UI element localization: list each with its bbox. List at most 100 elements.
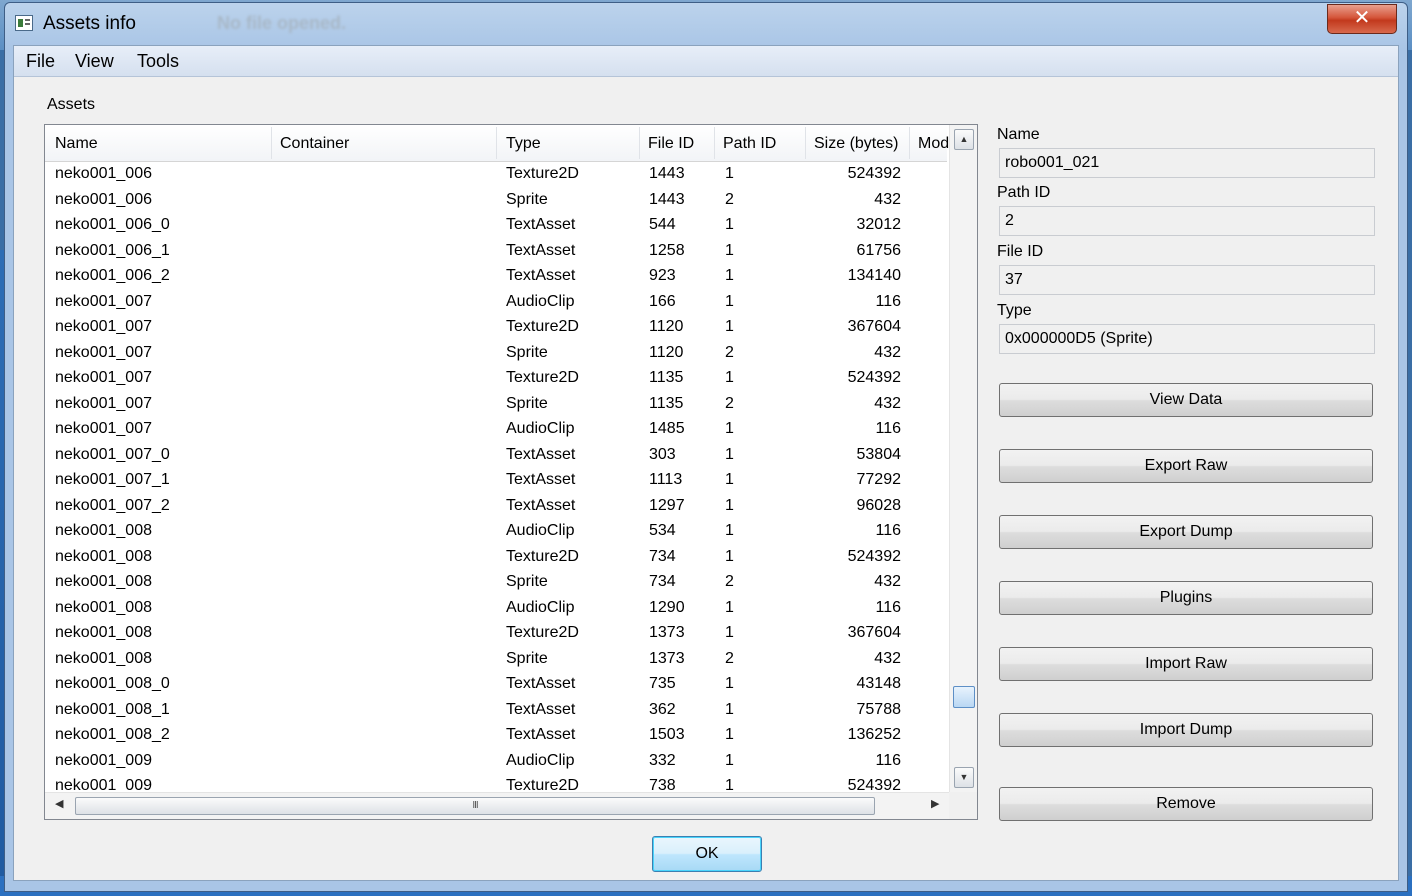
cell-file-id: 1120 xyxy=(649,318,684,335)
table-row[interactable]: neko001_008 Sprite 1373 2 432 xyxy=(45,647,947,673)
type-field[interactable]: 0x000000D5 (Sprite) xyxy=(999,324,1375,354)
table-row[interactable]: neko001_008_2 TextAsset 1503 1 136252 xyxy=(45,723,947,749)
cell-path-id: 1 xyxy=(725,726,734,743)
table-row[interactable]: neko001_006_1 TextAsset 1258 1 61756 xyxy=(45,239,947,265)
column-header-container[interactable]: Container xyxy=(280,135,349,153)
cell-file-id: 1373 xyxy=(649,624,685,641)
menu-tools[interactable]: Tools xyxy=(137,51,179,72)
column-divider[interactable] xyxy=(909,127,910,159)
cell-size: 75788 xyxy=(856,700,902,718)
cell-path-id: 1 xyxy=(725,216,734,233)
table-row[interactable]: neko001_006 Texture2D 1443 1 524392 xyxy=(45,162,947,188)
cell-size: 116 xyxy=(875,420,901,437)
horizontal-scrollbar[interactable]: ◀ III ▶ xyxy=(45,792,949,819)
cell-file-id: 1113 xyxy=(649,471,683,488)
table-row[interactable]: neko001_006_2 TextAsset 923 1 134140 xyxy=(45,264,947,290)
scroll-left-button[interactable]: ◀ xyxy=(55,797,63,810)
cell-type: Texture2D xyxy=(506,165,579,182)
cell-size: 96028 xyxy=(856,496,902,514)
cell-type: Sprite xyxy=(506,190,548,208)
assets-table: Name Container Type File ID Path ID Size… xyxy=(44,124,978,820)
table-row[interactable]: neko001_008 AudioClip 534 1 116 xyxy=(45,519,947,545)
close-button[interactable]: ✕ xyxy=(1327,4,1397,34)
cell-size: 77292 xyxy=(856,471,902,488)
cell-file-id: 923 xyxy=(649,267,676,284)
column-divider[interactable] xyxy=(496,127,497,159)
table-row[interactable]: neko001_007_0 TextAsset 303 1 53804 xyxy=(45,443,947,469)
table-row[interactable]: neko001_007 Sprite 1120 2 432 xyxy=(45,341,947,367)
export-dump-button[interactable]: Export Dump xyxy=(999,515,1373,549)
column-header-path-id[interactable]: Path ID xyxy=(723,135,776,153)
cell-size: 367604 xyxy=(847,318,901,335)
table-row[interactable]: neko001_006_0 TextAsset 544 1 32012 xyxy=(45,213,947,239)
cell-name: neko001_006_0 xyxy=(55,216,170,233)
table-row[interactable]: neko001_007_2 TextAsset 1297 1 96028 xyxy=(45,494,947,520)
cell-size: 116 xyxy=(875,522,901,539)
cell-size: 116 xyxy=(875,598,901,616)
cell-type: AudioClip xyxy=(506,292,575,310)
view-data-button[interactable]: View Data xyxy=(999,383,1373,417)
column-divider[interactable] xyxy=(805,127,806,159)
table-row[interactable]: neko001_009 AudioClip 332 1 116 xyxy=(45,749,947,775)
cell-file-id: 332 xyxy=(649,751,676,769)
menu-view[interactable]: View xyxy=(75,51,114,72)
column-header-file-id[interactable]: File ID xyxy=(648,135,694,153)
horizontal-scroll-thumb[interactable]: III xyxy=(75,797,875,815)
cell-type: AudioClip xyxy=(506,522,575,539)
cell-file-id: 1258 xyxy=(649,241,685,259)
column-divider[interactable] xyxy=(271,127,272,159)
column-divider[interactable] xyxy=(714,127,715,159)
cell-file-id: 734 xyxy=(649,573,676,590)
cell-name: neko001_007 xyxy=(55,369,152,386)
column-header-size[interactable]: Size (bytes) xyxy=(814,135,898,153)
scroll-up-button[interactable]: ▲ xyxy=(954,129,974,150)
cell-path-id: 1 xyxy=(725,369,734,386)
table-row[interactable]: neko001_008 Texture2D 1373 1 367604 xyxy=(45,621,947,647)
table-row[interactable]: neko001_008 Texture2D 734 1 524392 xyxy=(45,545,947,571)
table-row[interactable]: neko001_007 Sprite 1135 2 432 xyxy=(45,392,947,418)
cell-file-id: 1503 xyxy=(649,726,685,743)
file-id-label: File ID xyxy=(997,243,1044,260)
table-row[interactable]: neko001_008_0 TextAsset 735 1 43148 xyxy=(45,672,947,698)
table-row[interactable]: neko001_006 Sprite 1443 2 432 xyxy=(45,188,947,214)
table-row[interactable]: neko001_008 AudioClip 1290 1 116 xyxy=(45,596,947,622)
plugins-button[interactable]: Plugins xyxy=(999,581,1373,615)
scroll-down-button[interactable]: ▼ xyxy=(954,767,974,788)
table-row[interactable]: neko001_007_1 TextAsset 1113 1 77292 xyxy=(45,468,947,494)
table-row[interactable]: neko001_008 Sprite 734 2 432 xyxy=(45,570,947,596)
table-row[interactable]: neko001_007 AudioClip 1485 1 116 xyxy=(45,417,947,443)
remove-button[interactable]: Remove xyxy=(999,787,1373,821)
path-id-field[interactable]: 2 xyxy=(999,206,1375,236)
name-field[interactable]: robo001_021 xyxy=(999,148,1375,178)
table-row[interactable]: neko001_008_1 TextAsset 362 1 75788 xyxy=(45,698,947,724)
column-header-name[interactable]: Name xyxy=(55,135,98,153)
import-raw-button[interactable]: Import Raw xyxy=(999,647,1373,681)
cell-name: neko001_006_2 xyxy=(55,267,170,284)
vertical-scrollbar[interactable]: ▲ ▼ xyxy=(949,125,977,792)
cell-path-id: 2 xyxy=(725,573,734,590)
file-id-field[interactable]: 37 xyxy=(999,265,1375,295)
cell-file-id: 735 xyxy=(649,675,676,692)
ok-button[interactable]: OK xyxy=(652,836,762,872)
import-dump-button[interactable]: Import Dump xyxy=(999,713,1373,747)
path-id-label: Path ID xyxy=(997,184,1051,201)
cell-type: AudioClip xyxy=(506,751,575,769)
table-row[interactable]: neko001_007 AudioClip 166 1 116 xyxy=(45,290,947,316)
column-header-modified[interactable]: Mod xyxy=(918,135,949,153)
cell-type: AudioClip xyxy=(506,420,575,437)
cell-file-id: 1373 xyxy=(649,649,685,667)
table-row[interactable]: neko001_007 Texture2D 1120 1 367604 xyxy=(45,315,947,341)
scroll-right-button[interactable]: ▶ xyxy=(931,797,939,810)
export-raw-button[interactable]: Export Raw xyxy=(999,449,1373,483)
column-divider[interactable] xyxy=(639,127,640,159)
cell-path-id: 1 xyxy=(725,751,734,769)
column-header-type[interactable]: Type xyxy=(506,135,541,153)
table-row[interactable]: neko001_009 Texture2D 738 1 524392 xyxy=(45,774,947,792)
vertical-scroll-thumb[interactable] xyxy=(953,686,975,708)
table-row[interactable]: neko001_007 Texture2D 1135 1 524392 xyxy=(45,366,947,392)
menu-file[interactable]: File xyxy=(26,51,55,72)
cell-type: Sprite xyxy=(506,573,548,590)
cell-type: Sprite xyxy=(506,394,548,412)
cell-path-id: 1 xyxy=(725,522,734,539)
assets-info-window: Assets info No file opened. ✕ File View … xyxy=(4,2,1408,892)
